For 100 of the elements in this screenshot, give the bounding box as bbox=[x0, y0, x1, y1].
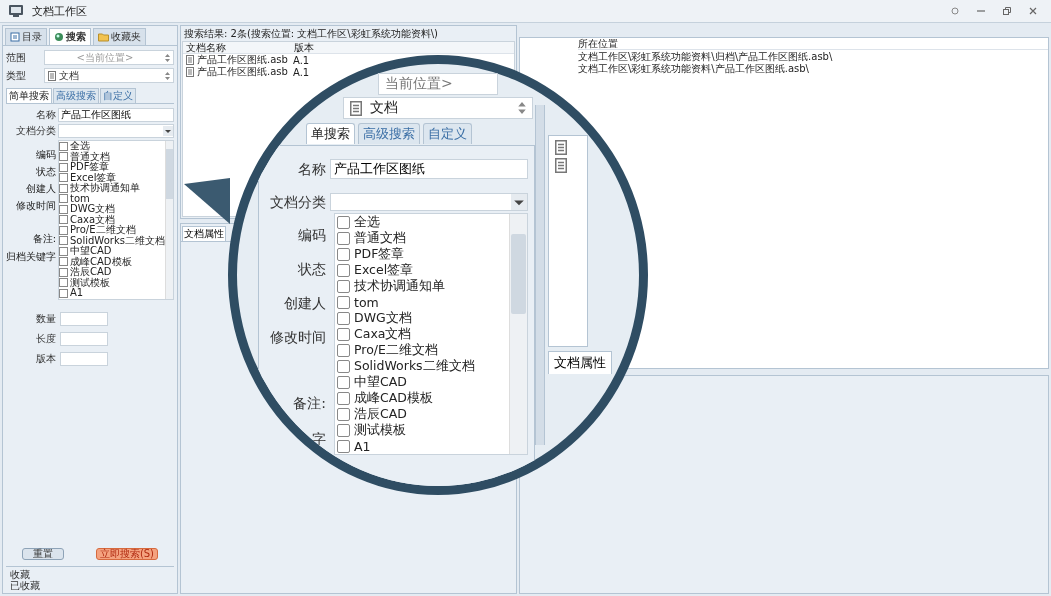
option-label: 全选 bbox=[70, 141, 90, 152]
text-field[interactable] bbox=[60, 312, 108, 326]
close-icon[interactable] bbox=[1029, 7, 1037, 15]
checkbox[interactable] bbox=[59, 162, 68, 172]
spinner-icon bbox=[165, 53, 170, 62]
option-label: 成峰CAD模板 bbox=[354, 389, 433, 407]
field-label: 状态 bbox=[36, 165, 56, 179]
field-label: 版本 bbox=[35, 352, 56, 366]
checkbox[interactable] bbox=[337, 295, 350, 309]
checkbox[interactable] bbox=[337, 439, 350, 453]
option-label: 技术协调通知单 bbox=[354, 277, 445, 295]
text-field[interactable] bbox=[60, 332, 108, 346]
checkbox[interactable] bbox=[59, 236, 68, 246]
field-label: 文档分类 bbox=[270, 194, 326, 212]
type-dropdown[interactable]: 文档 bbox=[44, 68, 174, 83]
monitor-icon bbox=[8, 4, 24, 18]
checkbox[interactable] bbox=[59, 204, 68, 214]
field-label: 备注: bbox=[293, 395, 326, 413]
checkbox[interactable] bbox=[337, 423, 350, 437]
field-label: 创建人 bbox=[284, 295, 326, 313]
search-tab[interactable]: 高级搜索 bbox=[358, 123, 420, 144]
checkbox[interactable] bbox=[337, 263, 350, 277]
field-label: 状态 bbox=[298, 261, 326, 279]
scrollbar[interactable] bbox=[165, 141, 173, 299]
option-label: 普通文档 bbox=[354, 229, 406, 247]
checkbox[interactable] bbox=[337, 215, 350, 229]
column-header[interactable]: 版本 bbox=[294, 42, 334, 53]
table-cell-text: 产品工作区图纸.asb bbox=[197, 65, 289, 79]
spinner-icon bbox=[165, 71, 170, 80]
action-button[interactable]: 重置 bbox=[21, 548, 64, 560]
name-field[interactable]: 产品工作区图纸 bbox=[330, 159, 528, 179]
search-tab[interactable]: 自定义 bbox=[100, 88, 136, 103]
properties-tab[interactable]: 文档属性 bbox=[548, 351, 612, 374]
checkbox[interactable] bbox=[59, 225, 68, 235]
option-label: 浩辰CAD bbox=[354, 405, 407, 423]
table-cell: 文档工作区\彩虹系统功能资料\产品工作区图纸.asb\ bbox=[578, 62, 809, 74]
name-field[interactable]: 产品工作区图纸 bbox=[58, 108, 174, 122]
column-header[interactable]: 所在位置 bbox=[578, 38, 618, 49]
properties-tab[interactable]: 文档属性 bbox=[182, 226, 226, 241]
scope-dropdown[interactable]: 当前位置> bbox=[378, 73, 498, 95]
checkbox[interactable] bbox=[337, 407, 350, 421]
field-label: 归档关键字 bbox=[6, 250, 56, 264]
document-icon bbox=[48, 70, 56, 81]
search-tab[interactable]: 高级搜索 bbox=[53, 88, 99, 103]
type-dropdown[interactable]: 文档 bbox=[343, 97, 533, 119]
panel-tab[interactable]: 搜索 bbox=[49, 28, 91, 45]
option-label: tom bbox=[70, 193, 90, 204]
checkbox[interactable] bbox=[59, 267, 68, 277]
document-icon bbox=[186, 67, 194, 77]
option-label: A1 bbox=[70, 288, 84, 299]
option-label: 中望CAD bbox=[354, 373, 407, 391]
checkbox[interactable] bbox=[59, 288, 68, 298]
checkbox[interactable] bbox=[59, 152, 68, 162]
checkbox[interactable] bbox=[59, 141, 68, 151]
document-icon bbox=[350, 100, 362, 116]
checkbox[interactable] bbox=[59, 246, 68, 256]
restore-icon[interactable] bbox=[1003, 7, 1011, 15]
option-label: Pro/E二维文档 bbox=[70, 225, 136, 236]
checkbox[interactable] bbox=[337, 231, 350, 245]
checkbox[interactable] bbox=[337, 279, 350, 293]
option-label: Pro/E二维文档 bbox=[354, 341, 438, 359]
field-label: 数量 bbox=[35, 312, 56, 326]
checkbox[interactable] bbox=[337, 311, 350, 325]
checkbox[interactable] bbox=[59, 257, 68, 267]
search-tab[interactable]: 单搜索 bbox=[306, 123, 355, 144]
panel-tab[interactable]: 收藏夹 bbox=[93, 28, 146, 45]
option-label: SolidWorks二维文档 bbox=[70, 235, 165, 246]
checkbox[interactable] bbox=[337, 247, 350, 261]
field-label: 备注: bbox=[32, 232, 56, 246]
checkbox[interactable] bbox=[59, 173, 68, 183]
checkbox[interactable] bbox=[59, 183, 68, 193]
globe-icon bbox=[54, 32, 64, 42]
checkbox[interactable] bbox=[337, 375, 350, 389]
option-label: 中望CAD bbox=[70, 246, 112, 257]
field-label: 创建人 bbox=[26, 182, 56, 196]
option-label: Caxa文档 bbox=[70, 214, 116, 225]
column-header[interactable]: 文档名称 bbox=[183, 42, 292, 53]
search-tab[interactable]: 简单搜索 bbox=[6, 88, 52, 103]
folder-tree-icon bbox=[10, 32, 20, 42]
panel-tab[interactable]: 目录 bbox=[5, 28, 47, 45]
checkbox[interactable] bbox=[59, 194, 68, 204]
checkbox[interactable] bbox=[337, 359, 350, 373]
scrollbar[interactable] bbox=[509, 214, 527, 454]
favorites-item[interactable]: 已收藏 bbox=[10, 580, 170, 591]
document-icon bbox=[555, 158, 567, 173]
checkbox[interactable] bbox=[59, 278, 68, 288]
checkbox[interactable] bbox=[59, 215, 68, 225]
favorites-item[interactable]: 收藏 bbox=[10, 569, 170, 580]
search-tab[interactable]: 自定义 bbox=[423, 123, 472, 144]
minimize-icon[interactable] bbox=[977, 7, 985, 15]
checkbox[interactable] bbox=[337, 343, 350, 357]
option-label: 测试模板 bbox=[70, 277, 110, 288]
checkbox[interactable] bbox=[337, 391, 350, 405]
checkbox[interactable] bbox=[337, 327, 350, 341]
option-label: Caxa文档 bbox=[354, 325, 412, 343]
option-label: DWG文档 bbox=[70, 204, 116, 215]
option-label: 测试模板 bbox=[354, 421, 406, 439]
text-field[interactable] bbox=[60, 352, 108, 366]
magnifier-pointer bbox=[184, 178, 230, 224]
table-cell-text: 产品工作区图纸.asb bbox=[197, 53, 289, 66]
